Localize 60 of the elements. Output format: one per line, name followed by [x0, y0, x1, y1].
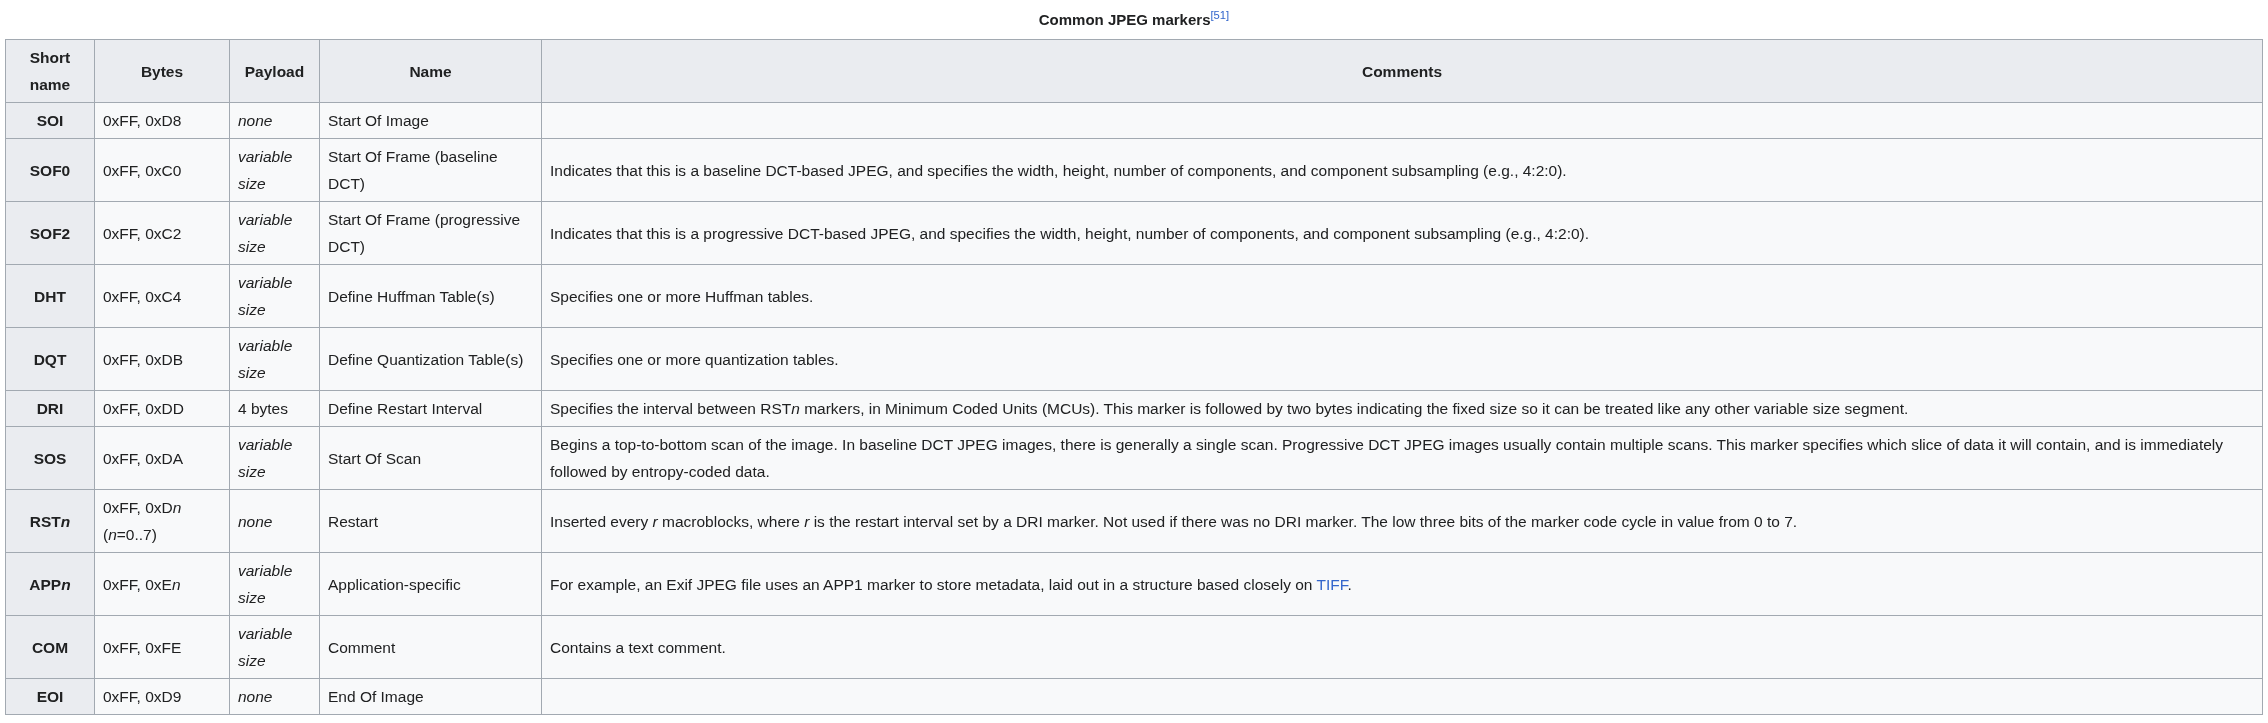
table-cell: Define Huffman Table(s) — [319, 264, 542, 328]
table-cell: 0xFF, 0xC4 — [94, 264, 230, 328]
link[interactable]: TIFF — [1316, 575, 1348, 593]
table-cell: 0xFF, 0xD8 — [94, 102, 230, 139]
table-caption: Common JPEG markers$^{[51]}$ — [1037, 8, 1231, 30]
table-cell: Restart — [319, 489, 542, 553]
column-header: Payload — [229, 39, 320, 103]
row-header: SOF2 — [5, 201, 95, 265]
row-header: RSTn — [5, 489, 95, 553]
table-cell: Comment — [319, 615, 542, 679]
table-cell: Specifies one or more quantization tables. — [541, 327, 2263, 391]
table-cell: 0xFF, 0xC0 — [94, 138, 230, 202]
row-header: DQT — [5, 327, 95, 391]
table-cell: 0xFF, 0xEn — [94, 552, 230, 616]
table-cell: Define Restart Interval — [319, 390, 542, 427]
column-header: Bytes — [94, 39, 230, 103]
column-header: Name — [319, 39, 542, 103]
table-cell: Define Quantization Table(s) — [319, 327, 542, 391]
row-header: COM — [5, 615, 95, 679]
table-cell: variable size — [229, 138, 320, 202]
table-cell: variable size — [229, 201, 320, 265]
table-cell: Inserted every r macroblocks, where r is the restart interval set by a DRI marker. Not used if there was no DRI marker. The low three bits of the marker code cycle in value from 0 to 7. — [541, 489, 2263, 553]
table-cell: Start Of Scan — [319, 426, 542, 490]
table-cell: Start Of Image — [319, 102, 542, 139]
table-cell: Contains a text comment. — [541, 615, 2263, 679]
table-cell: 0xFF, 0xDB — [94, 327, 230, 391]
table-cell: End Of Image — [319, 678, 542, 715]
table-cell: Specifies the interval between RSTn markers, in Minimum Coded Units (MCUs). This marker is followed by two bytes indicating the fixed size so it can be treated like any other variable size segment. — [541, 390, 2263, 427]
table-cell: Application-specific — [319, 552, 542, 616]
table-cell: Indicates that this is a baseline DCT-based JPEG, and specifies the width, height, number of components, and component subsampling (e.g., 4:2:0). — [541, 138, 2263, 202]
row-header: DRI — [5, 390, 95, 427]
table-cell: Indicates that this is a progressive DCT-based JPEG, and specifies the width, height, number of components, and component subsampling (e.g., 4:2:0). — [541, 201, 2263, 265]
table-cell: Start Of Frame (progressive DCT) — [319, 201, 542, 265]
table-cell: Begins a top-to-bottom scan of the image. In baseline DCT JPEG images, there is generally a single scan. Progressive DCT JPEG images usually contain multiple scans. This marker specifies which slice of data it will contain, and is immediately followed by entropy-coded data. — [541, 426, 2263, 490]
table-cell: 0xFF, 0xDn (n=0..7) — [94, 489, 230, 553]
row-header: SOI — [5, 102, 95, 139]
table-cell: 0xFF, 0xDA — [94, 426, 230, 490]
table-cell: Start Of Frame (baseline DCT) — [319, 138, 542, 202]
column-header: Comments — [541, 39, 2263, 103]
table-cell: 0xFF, 0xC2 — [94, 201, 230, 265]
table-cell: variable size — [229, 264, 320, 328]
table-cell: 0xFF, 0xFE — [94, 615, 230, 679]
table-cell: 0xFF, 0xDD — [94, 390, 230, 427]
row-header: EOI — [5, 678, 95, 715]
table-cell: none — [229, 678, 320, 715]
table-cell: none — [229, 489, 320, 553]
table-cell: none — [229, 102, 320, 139]
row-header: SOS — [5, 426, 95, 490]
row-header: APPn — [5, 552, 95, 616]
table-cell: variable size — [229, 615, 320, 679]
row-header: DHT — [5, 264, 95, 328]
table-cell: For example, an Exif JPEG file uses an APP1 marker to store metadata, laid out in a structure based closely on TIFF. — [541, 552, 2263, 616]
table-cell: 0xFF, 0xD9 — [94, 678, 230, 715]
column-header: Short name — [5, 39, 95, 103]
table-cell: variable size — [229, 327, 320, 391]
table-cell: variable size — [229, 426, 320, 490]
row-header: SOF0 — [5, 138, 95, 202]
table-cell: variable size — [229, 552, 320, 616]
table-cell: Specifies one or more Huffman tables. — [541, 264, 2263, 328]
table-cell: 4 bytes — [229, 390, 320, 427]
